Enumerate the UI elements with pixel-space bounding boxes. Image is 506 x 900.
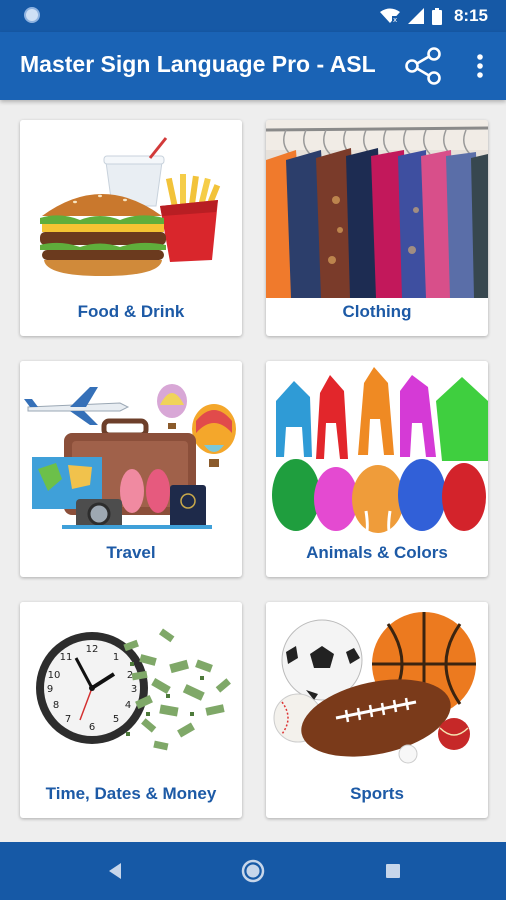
more-vert-icon[interactable] [466, 50, 494, 82]
clock-money-image: 1212 345 678 91011 [20, 602, 242, 780]
svg-text:9: 9 [47, 684, 53, 695]
notification-dot-icon [24, 7, 40, 23]
burger-fries-drink-image [20, 120, 242, 298]
status-time: 8:15 [453, 6, 488, 25]
system-nav-bar [0, 842, 506, 900]
category-card-sports[interactable]: Sports [266, 602, 488, 818]
status-icons: x 8:15 [379, 6, 488, 26]
category-label: Animals & Colors [306, 543, 448, 562]
svg-text:1: 1 [113, 652, 119, 663]
svg-text:11: 11 [60, 652, 73, 663]
category-card-animals-colors[interactable]: Animals & Colors [266, 361, 488, 577]
svg-text:12: 12 [86, 644, 99, 655]
svg-text:3: 3 [131, 684, 137, 695]
status-bar: x 8:15 [0, 0, 506, 32]
clothes-rack-image [266, 120, 488, 298]
svg-text:8: 8 [53, 700, 59, 711]
category-card-travel[interactable]: Travel [20, 361, 242, 577]
cell-signal-icon [407, 8, 424, 24]
svg-text:6: 6 [89, 722, 95, 733]
home-icon[interactable] [238, 856, 268, 886]
category-card-clothing[interactable]: Clothing [266, 120, 488, 336]
category-label: Travel [106, 543, 156, 562]
wifi-icon: x [379, 8, 400, 24]
svg-text:10: 10 [48, 670, 61, 681]
category-label: Food & Drink [77, 302, 185, 321]
category-label: Time, Dates & Money [45, 784, 217, 803]
sports-balls-image [266, 602, 488, 780]
app-bar: Master Sign Language Pro - ASL [0, 32, 506, 100]
app-title: Master Sign Language Pro - ASL [20, 51, 376, 77]
battery-icon [431, 7, 442, 25]
share-icon[interactable] [402, 46, 444, 86]
category-card-food-drink[interactable]: Food & Drink [20, 120, 242, 336]
svg-text:7: 7 [65, 714, 71, 725]
category-label: Clothing [342, 302, 412, 321]
category-label: Sports [350, 784, 404, 803]
travel-suitcase-image [20, 361, 242, 539]
back-icon[interactable] [100, 856, 130, 886]
svg-text:x: x [393, 16, 397, 24]
svg-text:4: 4 [125, 700, 131, 711]
colored-animals-image [266, 361, 488, 539]
recents-icon[interactable] [378, 856, 408, 886]
category-card-time-dates-money[interactable]: 12 1 2 345 678 9 10 11 Time, Dates & Mon… [20, 602, 242, 818]
svg-text:5: 5 [113, 714, 119, 725]
